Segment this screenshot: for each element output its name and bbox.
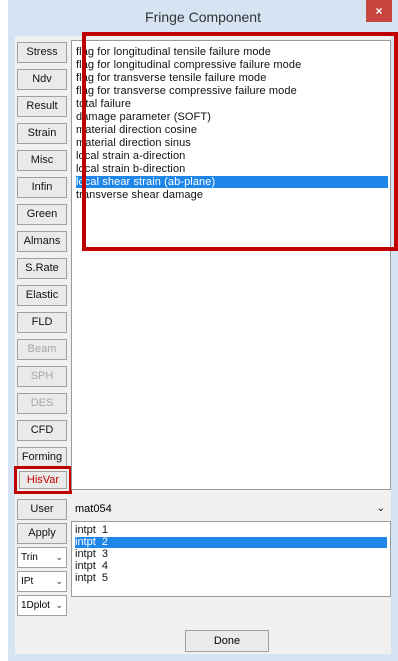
integration-point-item[interactable]: intpt 1	[75, 525, 108, 536]
done-button[interactable]: Done	[185, 630, 269, 652]
integration-point-item[interactable]: intpt 4	[75, 561, 108, 572]
close-icon[interactable]: ×	[366, 0, 392, 22]
material-select-value: mat054	[75, 503, 112, 515]
category-button[interactable]: Stress	[17, 42, 67, 63]
component-list-item[interactable]: local strain a-direction	[76, 150, 185, 162]
category-button: SPH	[17, 366, 67, 387]
category-button: DES	[17, 393, 67, 414]
chevron-down-icon: ⌄	[55, 552, 63, 562]
category-button[interactable]: Strain	[17, 123, 67, 144]
integration-point-item[interactable]: intpt 3	[75, 549, 108, 560]
category-button[interactable]: S.Rate	[17, 258, 67, 279]
component-list-item[interactable]: local strain b-direction	[76, 163, 185, 175]
material-select[interactable]: mat054 ⌄	[71, 500, 391, 518]
category-button[interactable]: Ndv	[17, 69, 67, 90]
component-list-item[interactable]: flag for longitudinal tensile failure mo…	[76, 46, 271, 58]
plot-type-select-value: 1Dplot	[21, 600, 50, 611]
integration-point-list[interactable]: intpt 1 intpt 2 intpt 3 intpt 4 intpt 5	[71, 521, 391, 597]
fringe-component-window: Fringe Component × Stress Ndv Result Strain…	[8, 0, 398, 661]
category-button[interactable]: Misc	[17, 150, 67, 171]
category-button[interactable]: Elastic	[17, 285, 67, 306]
category-button[interactable]: Green	[17, 204, 67, 225]
component-list-item[interactable]: transverse shear damage	[76, 189, 203, 201]
hisvar-highlight-frame: HisVar	[14, 466, 72, 494]
hisvar-button[interactable]: HisVar	[19, 471, 67, 489]
chevron-down-icon: ⌄	[55, 600, 63, 610]
plot-type-select[interactable]: 1Dplot ⌄	[17, 595, 67, 616]
title-bar: Fringe Component ×	[8, 0, 398, 36]
component-list-item[interactable]: flag for transverse compressive failure …	[76, 85, 297, 97]
integration-point-item[interactable]: intpt 2	[75, 537, 387, 548]
component-list-item[interactable]: flag for longitudinal compressive failur…	[76, 59, 301, 71]
apply-button[interactable]: Apply	[17, 523, 67, 544]
component-list-item[interactable]: flag for transverse tensile failure mode	[76, 72, 266, 84]
integration-point-item[interactable]: intpt 5	[75, 573, 108, 584]
window-client: Stress Ndv Result Strain Misc Infin Green Alman…	[14, 36, 391, 654]
component-list[interactable]: flag for longitudinal tensile failure mo…	[71, 40, 391, 490]
component-list-item[interactable]: material direction cosine	[76, 124, 197, 136]
chevron-down-icon: ⌄	[376, 503, 385, 514]
category-button[interactable]: CFD	[17, 420, 67, 441]
user-button[interactable]: User	[17, 499, 67, 520]
category-button[interactable]: Forming	[17, 447, 67, 468]
chevron-down-icon: ⌄	[55, 576, 63, 586]
component-list-item[interactable]: total failure	[76, 98, 131, 110]
ipt-select-value: IPt	[21, 576, 34, 587]
ipt-select[interactable]: IPt ⌄	[17, 571, 67, 592]
trin-select-value: Trin	[21, 552, 38, 563]
window-title: Fringe Component	[145, 9, 261, 25]
category-button[interactable]: Infin	[17, 177, 67, 198]
category-button[interactable]: FLD	[17, 312, 67, 333]
trin-select[interactable]: Trin ⌄	[17, 547, 67, 568]
component-list-item[interactable]: damage parameter (SOFT)	[76, 111, 211, 123]
category-button[interactable]: Almans	[17, 231, 67, 252]
category-button[interactable]: Result	[17, 96, 67, 117]
component-list-item[interactable]: material direction sinus	[76, 137, 191, 149]
category-button: Beam	[17, 339, 67, 360]
component-list-item[interactable]: local shear strain (ab-plane)	[76, 176, 388, 188]
